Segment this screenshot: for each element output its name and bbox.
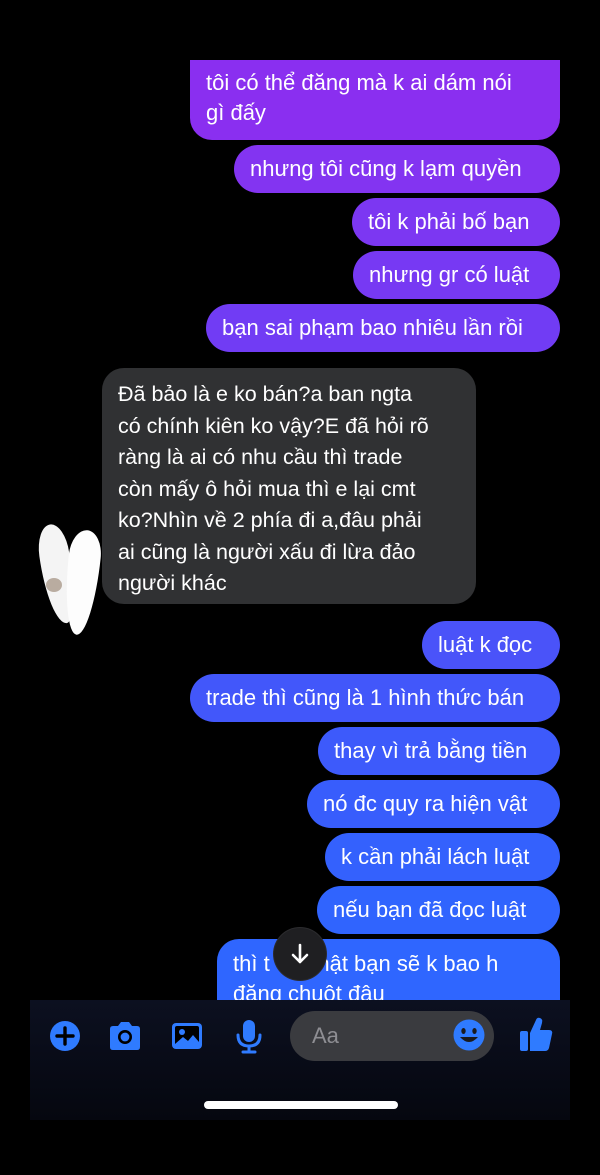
plus-circle-icon [50,1021,80,1051]
redaction-mark [35,520,106,638]
like-button[interactable] [516,1014,556,1054]
photo-gallery-icon [172,1023,202,1049]
outgoing-message[interactable]: trade thì cũng là 1 hình thức bán [190,674,560,722]
outgoing-message[interactable]: nếu bạn đã đọc luật [317,886,560,934]
outgoing-message[interactable]: luật k đọc [422,621,560,669]
outgoing-message[interactable]: nhưng tôi cũng k lạm quyền [234,145,560,193]
outgoing-message[interactable]: tôi có thể đăng mà k ai dám nói gì đấy [190,60,560,140]
outgoing-message[interactable]: thì t i thật bạn sẽ k bao h đăng chuột đ… [217,939,560,1000]
contact-avatar[interactable] [102,0,146,66]
emoji-button[interactable] [452,1018,486,1052]
outgoing-message[interactable]: k cần phải lách luật [325,833,560,881]
outgoing-message[interactable]: bạn sai phạm bao nhiêu lần rồi [206,304,560,352]
outgoing-message[interactable]: nhưng gr có luật [353,251,560,299]
smiley-icon [453,1019,485,1051]
arrow-down-icon [291,943,309,964]
voice-message-button[interactable] [231,1018,267,1054]
incoming-message[interactable]: Đã bảo là e ko bán?a ban ngta có chính k… [102,368,476,604]
outgoing-message[interactable]: tôi k phải bố bạn [352,198,560,246]
outgoing-message[interactable]: thay vì trả bằng tiền [318,727,560,775]
microphone-icon [236,1020,262,1054]
outgoing-message[interactable]: nó đc quy ra hiện vật [307,780,560,828]
scroll-to-bottom-button[interactable] [274,928,326,980]
camera-button[interactable] [107,1018,143,1054]
home-indicator[interactable] [204,1101,398,1109]
add-button[interactable] [47,1018,83,1054]
thumbs-up-icon [520,1017,553,1051]
message-thread[interactable]: tôi có thể đăng mà k ai dám nói gì đấy n… [0,0,600,1000]
camera-icon [110,1022,140,1050]
message-input-placeholder: Aa [312,1023,339,1048]
gallery-button[interactable] [169,1018,205,1054]
